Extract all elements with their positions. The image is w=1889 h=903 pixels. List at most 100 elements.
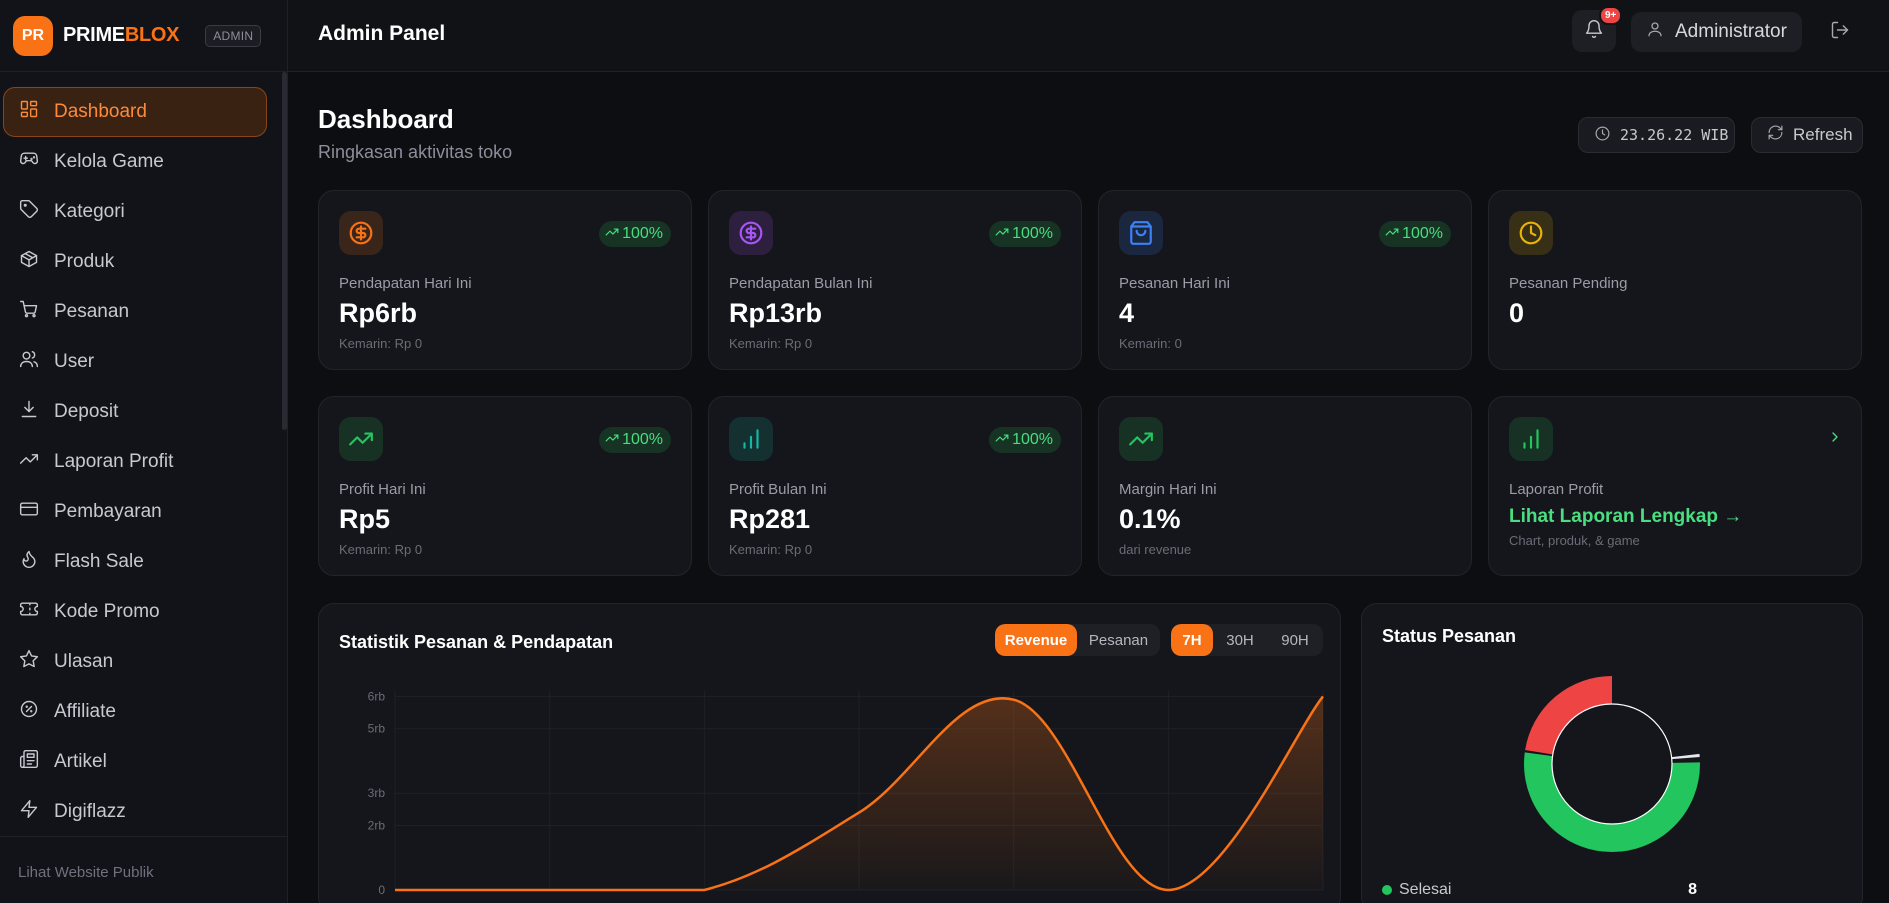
- range-toggle: 7H 30H 90H: [1171, 624, 1323, 656]
- sidebar-item-ulasan[interactable]: Ulasan: [3, 637, 267, 687]
- sidebar-scrollbar[interactable]: [282, 72, 287, 430]
- stat-value: Rp5: [339, 504, 391, 534]
- trending-up-icon: [995, 431, 1012, 450]
- clock-chip: 23.26.22 WIB: [1578, 117, 1735, 153]
- ticket-icon: [19, 599, 39, 625]
- sidebar-item-label: Artikel: [54, 751, 107, 772]
- range-90h-option[interactable]: 90H: [1267, 624, 1323, 656]
- admin-badge: ADMIN: [205, 24, 262, 47]
- sidebar-item-label: Pesanan: [54, 301, 130, 322]
- stat-note: Kemarin: Rp 0: [339, 336, 423, 351]
- stat-label: Profit Bulan Ini: [729, 481, 827, 498]
- sidebar-item-artikel[interactable]: Artikel: [3, 737, 267, 787]
- chart-panel: Statistik Pesanan & Pendapatan Revenue P…: [318, 603, 1341, 903]
- sidebar-item-label: Affiliate: [54, 701, 116, 722]
- brand-name-prime: PRIME: [63, 24, 125, 46]
- stat-card: 100% Pesanan Hari Ini 4 Kemarin: 0: [1098, 190, 1472, 370]
- y-tick-label: 2rb: [368, 818, 386, 832]
- stat-label: Pendapatan Bulan Ini: [729, 275, 873, 292]
- y-tick-label: 6rb: [368, 689, 386, 703]
- legend-label: Selesai: [1399, 881, 1452, 898]
- range-7h-option[interactable]: 7H: [1171, 624, 1213, 656]
- refresh-button[interactable]: Refresh: [1751, 117, 1863, 153]
- legend-item-selesai: Selesai 8: [1382, 881, 1697, 899]
- legend-value: 8: [1688, 881, 1697, 898]
- sidebar-footer: Lihat Website Publik: [0, 836, 287, 903]
- refresh-label: Refresh: [1793, 125, 1853, 144]
- stat-note: Chart, produk, & game: [1509, 533, 1640, 548]
- cart-icon: [19, 299, 39, 325]
- sidebar-item-label: Dashboard: [54, 101, 147, 122]
- logout-button[interactable]: [1830, 20, 1854, 44]
- topbar-title: Admin Panel: [318, 22, 446, 45]
- sidebar-item-pembayaran[interactable]: Pembayaran: [3, 487, 267, 537]
- range-30h-option[interactable]: 30H: [1213, 624, 1267, 656]
- sidebar-item-label: Laporan Profit: [54, 451, 174, 472]
- trend-value: 100%: [1012, 225, 1053, 242]
- notification-count-badge: 9+: [1599, 6, 1623, 25]
- sidebar-item-label: Pembayaran: [54, 501, 162, 522]
- stat-card[interactable]: Laporan Profit Lihat Laporan Lengkap → Cha…: [1488, 396, 1862, 576]
- sidebar-item-flash-sale[interactable]: Flash Sale: [3, 537, 267, 587]
- sidebar-item-laporan-profit[interactable]: Laporan Profit: [3, 437, 267, 487]
- bar-chart-icon: [1509, 417, 1553, 461]
- sidebar-item-user[interactable]: User: [3, 337, 267, 387]
- brand-name[interactable]: PRIMEBLOX: [63, 24, 180, 47]
- star-icon: [19, 649, 39, 675]
- trend-badge: 100%: [989, 221, 1061, 247]
- sidebar-item-deposit[interactable]: Deposit: [3, 387, 267, 437]
- trend-value: 100%: [622, 225, 663, 242]
- trending-up-icon: [1119, 417, 1163, 461]
- stat-card: 100% Pendapatan Bulan Ini Rp13rb Kemarin: R…: [708, 190, 1082, 370]
- users-icon: [19, 349, 39, 375]
- public-website-link[interactable]: Lihat Website Publik: [18, 864, 154, 881]
- stat-note: Kemarin: Rp 0: [729, 336, 813, 351]
- dashboard-icon: [19, 99, 39, 125]
- sidebar-item-affiliate[interactable]: Affiliate: [3, 687, 267, 737]
- trending-up-icon: [605, 225, 622, 244]
- stat-card: 100% Profit Hari Ini Rp5 Kemarin: Rp 0: [318, 396, 692, 576]
- stat-note: dari revenue: [1119, 542, 1192, 557]
- y-tick-label: 0: [378, 883, 385, 897]
- revenue-chart: 0 2rb 3rb 5rb 6rb: [368, 689, 1324, 897]
- notifications-button[interactable]: 9+: [1572, 6, 1623, 52]
- stat-card: Margin Hari Ini 0.1% dari revenue: [1098, 396, 1472, 576]
- zap-icon: [19, 799, 39, 825]
- gamepad-icon: [19, 149, 39, 175]
- metric-toggle: Revenue Pesanan: [995, 624, 1160, 656]
- sidebar-item-kelola-game[interactable]: Kelola Game: [3, 137, 267, 187]
- metric-revenue-option[interactable]: Revenue: [995, 624, 1077, 656]
- stat-note: Kemarin: 0: [1119, 336, 1182, 351]
- metric-pesanan-option[interactable]: Pesanan: [1077, 624, 1160, 656]
- status-panel: Status Pesanan Selesai 8: [1361, 603, 1863, 903]
- sidebar-item-kode-promo[interactable]: Kode Promo: [3, 587, 267, 637]
- trending-up-icon: [995, 225, 1012, 244]
- stat-label: Margin Hari Ini: [1119, 481, 1217, 498]
- sidebar-item-kategori[interactable]: Kategori: [3, 187, 267, 237]
- stat-value: Rp6rb: [339, 298, 418, 328]
- sidebar-item-produk[interactable]: Produk: [3, 237, 267, 287]
- stat-value: Rp13rb: [729, 298, 823, 328]
- clock-icon: [1509, 211, 1553, 255]
- stat-value: Rp281: [729, 504, 811, 534]
- trending-up-icon: [605, 431, 622, 450]
- stat-value: 0.1%: [1119, 504, 1181, 534]
- full-report-link[interactable]: Lihat Laporan Lengkap →: [1509, 506, 1742, 528]
- stat-label: Pendapatan Hari Ini: [339, 275, 472, 292]
- brand-logo[interactable]: PR: [13, 15, 53, 56]
- sidebar-item-label: Deposit: [54, 401, 119, 422]
- chevron-right-icon[interactable]: [1827, 429, 1843, 450]
- sidebar-item-pesanan[interactable]: Pesanan: [3, 287, 267, 337]
- sidebar-item-label: Digiflazz: [54, 801, 126, 822]
- sidebar-item-label: Produk: [54, 251, 115, 272]
- sidebar-item-digiflazz[interactable]: Digiflazz: [3, 787, 267, 837]
- user-menu-button[interactable]: Administrator: [1631, 12, 1802, 52]
- stat-note: Kemarin: Rp 0: [729, 542, 813, 557]
- trend-badge: 100%: [599, 427, 671, 453]
- brand: PR PRIMEBLOX ADMIN: [0, 0, 287, 72]
- sidebar: PR PRIMEBLOX ADMIN Dashboard Kelola Game K…: [0, 0, 288, 903]
- sidebar-item-dashboard[interactable]: Dashboard: [3, 87, 267, 137]
- trend-badge: 100%: [1379, 221, 1451, 247]
- trending-up-icon: [19, 449, 39, 475]
- dollar-circle-icon: [729, 211, 773, 255]
